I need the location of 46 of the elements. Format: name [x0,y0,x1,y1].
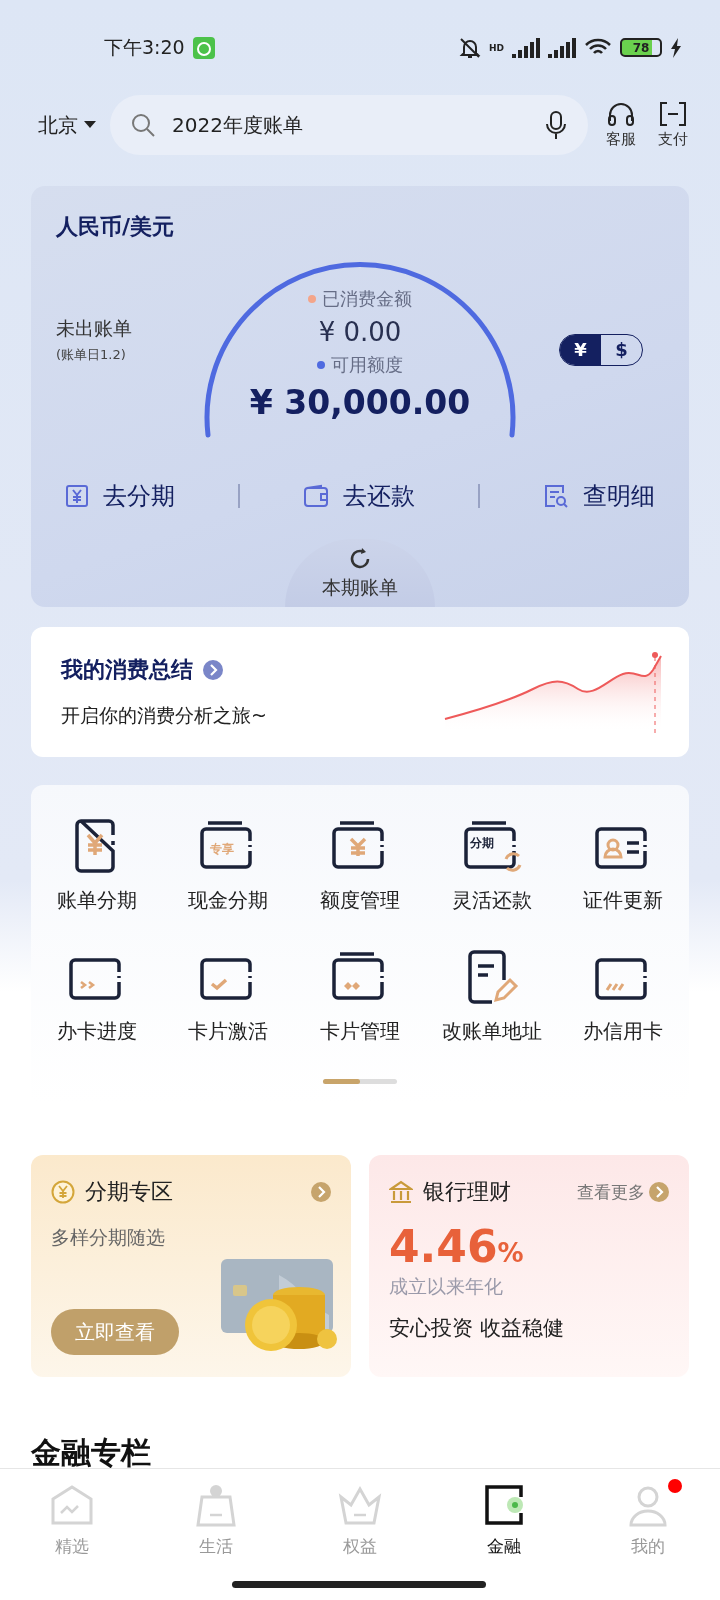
service-item[interactable]: 证件更新 [557,819,689,914]
section-title: 金融专栏 [31,1434,152,1472]
city-selector[interactable]: 北京 [38,111,96,139]
summary-subtitle: 开启你的消费分析之旅~ [61,703,267,728]
promo-title: 银行理财 [423,1178,512,1206]
service-item[interactable]: 卡片管理 [294,950,426,1045]
wealth-promo-card[interactable]: 银行理财 查看更多 4.46% 成立以来年化 安心投资 收益稳健 [369,1155,689,1377]
status-time: 下午3:20 [104,34,185,60]
card-title: 人民币/美元 [56,213,176,241]
promo-slogan: 安心投资 收益稳健 [389,1315,565,1342]
installment-promo-card[interactable]: 分期专区 多样分期随选 立即查看 [31,1155,351,1377]
see-more-link[interactable]: 查看更多 [577,1180,669,1204]
bill-action-button[interactable]: 去还款 [297,479,421,513]
current-bill-tab[interactable]: 本期账单 [285,539,435,607]
yield-rate: 4.46% [389,1221,525,1272]
network-type: HD [489,42,504,53]
summary-title: 我的消费总结 [61,655,267,685]
promo-subtitle: 多样分期随选 [51,1225,166,1250]
nav-tab[interactable]: 金融 [432,1483,576,1558]
customer-service-button[interactable]: 客服 [602,101,640,149]
service-item[interactable]: 办卡进度 [31,950,163,1045]
service-item[interactable]: 额度管理 [294,819,426,914]
payment-button[interactable]: 支付 [654,101,692,149]
spent-amount: ¥ 0.00 [318,317,402,347]
currency-toggle[interactable]: $ [601,334,642,365]
spending-summary-card[interactable]: 我的消费总结 开启你的消费分析之旅~ [31,627,689,757]
service-item[interactable]: 卡片激活 [162,950,295,1045]
service-item[interactable]: 分期 灵活还款 [425,819,558,914]
service-item[interactable]: 专享 现金分期 [162,819,295,914]
battery-indicator: 78 [620,38,662,57]
bill-day: (账单日1.2) [56,345,191,364]
bill-action-button[interactable]: 查明细 [536,479,661,513]
bill-action-button[interactable]: 去分期 [59,479,182,513]
spent-label: 已消费金额 [308,287,412,311]
currency-toggle[interactable]: ¥ [560,334,601,365]
search-field[interactable]: 2022年度账单 [110,95,588,155]
service-item[interactable]: 办信用卡 [557,950,689,1045]
icon-label: 专享 [210,841,235,858]
bill-status: 未出账单 [56,315,133,341]
available-label: 可用额度 [317,353,403,377]
promo-title: 分期专区 [85,1178,174,1206]
service-item[interactable]: 账单分期 [31,819,163,914]
available-amount: ¥ 30,000.00 [249,383,471,422]
yield-caption: 成立以来年化 [389,1274,504,1299]
service-item[interactable]: 改账单地址 [425,950,558,1045]
icon-label: 分期 [469,835,494,852]
